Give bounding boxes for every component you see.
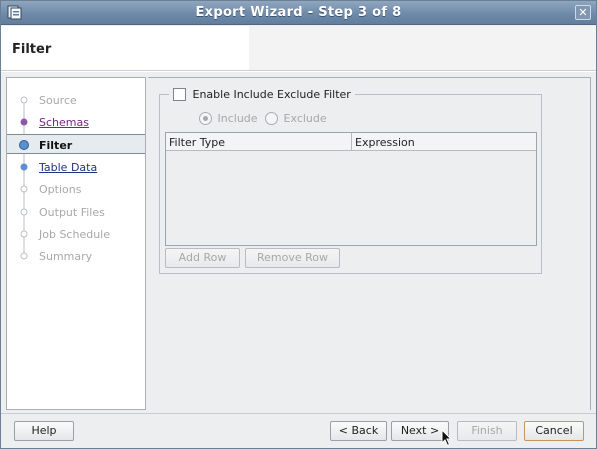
nav-step-label: Filter bbox=[39, 138, 73, 152]
enable-filter-option[interactable]: Enable Include Exclude Filter bbox=[169, 87, 355, 103]
step-marker-icon bbox=[20, 252, 28, 260]
step-marker-icon bbox=[20, 230, 28, 238]
step-marker-icon bbox=[20, 96, 28, 104]
step-marker-icon bbox=[20, 185, 28, 193]
nav-step-label: Output Files bbox=[39, 205, 105, 219]
close-icon[interactable]: ✕ bbox=[575, 5, 591, 20]
export-wizard-window: Export Wizard - Step 3 of 8 ✕ Filter Sou… bbox=[0, 0, 597, 449]
filter-table-header: Filter Type Expression bbox=[166, 133, 536, 151]
nav-step-schemas[interactable]: Schemas bbox=[7, 112, 145, 132]
column-header-expression[interactable]: Expression bbox=[355, 136, 415, 149]
window-title: Export Wizard - Step 3 of 8 bbox=[195, 5, 402, 20]
next-button-label: Next > bbox=[400, 424, 440, 437]
nav-step-label: Summary bbox=[39, 250, 93, 264]
add-row-button[interactable]: Add Row bbox=[165, 248, 240, 268]
step-marker-icon bbox=[20, 163, 28, 171]
nav-step-options: Options bbox=[7, 179, 145, 199]
nav-step-filter[interactable]: Filter bbox=[7, 133, 145, 154]
exclude-radio-label: Exclude bbox=[283, 111, 327, 125]
filter-table[interactable]: Filter Type Expression bbox=[165, 132, 537, 246]
cancel-button[interactable]: Cancel bbox=[524, 421, 584, 441]
nav-step-summary: Summary bbox=[7, 246, 145, 266]
header-banner bbox=[249, 26, 596, 70]
help-button[interactable]: Help bbox=[14, 421, 74, 441]
nav-step-label: Job Schedule bbox=[39, 227, 111, 241]
nav-step-label: Source bbox=[39, 94, 77, 107]
page-title: Filter bbox=[12, 42, 52, 57]
include-exclude-radio-group: Include Exclude bbox=[199, 111, 331, 125]
column-header-filter-type[interactable]: Filter Type bbox=[169, 136, 225, 149]
nav-step-table-data[interactable]: Table Data bbox=[7, 157, 145, 177]
filter-panel: Enable Include Exclude Filter Include Ex… bbox=[148, 77, 591, 410]
nav-step-source: Source bbox=[7, 90, 145, 110]
step-marker-icon bbox=[19, 139, 29, 150]
remove-row-button[interactable]: Remove Row bbox=[245, 248, 340, 268]
nav-step-job-schedule: Job Schedule bbox=[7, 224, 145, 244]
back-button-label: < Back bbox=[338, 424, 379, 437]
include-radio-label: Include bbox=[217, 111, 258, 125]
mouse-pointer-icon bbox=[441, 429, 453, 447]
enable-filter-checkbox[interactable] bbox=[173, 87, 186, 101]
finish-button[interactable]: Finish bbox=[457, 421, 517, 441]
nav-step-label: Options bbox=[39, 183, 82, 197]
step-marker-icon bbox=[20, 208, 28, 215]
help-button-label: Help bbox=[31, 424, 57, 437]
title-bar[interactable]: Export Wizard - Step 3 of 8 ✕ bbox=[1, 1, 596, 25]
exclude-radio[interactable] bbox=[265, 111, 279, 125]
enable-filter-label: Enable Include Exclude Filter bbox=[192, 87, 351, 101]
include-radio[interactable] bbox=[199, 111, 212, 125]
footer-divider bbox=[1, 413, 596, 414]
header-divider-highlight bbox=[1, 71, 596, 72]
nav-step-label: Table Data bbox=[39, 160, 98, 174]
nav-step-output-files: Output Files bbox=[7, 202, 145, 222]
step-marker-icon bbox=[20, 118, 28, 126]
nav-step-label: Schemas bbox=[39, 116, 89, 130]
wizard-step-nav: Source Schemas Filter Table Data Options Outp… bbox=[6, 77, 146, 410]
cancel-button-label: Cancel bbox=[535, 424, 573, 437]
page-header: Filter bbox=[1, 26, 596, 70]
column-divider[interactable] bbox=[351, 133, 352, 151]
finish-button-label: Finish bbox=[471, 424, 503, 437]
back-button[interactable]: < Back bbox=[330, 421, 387, 441]
